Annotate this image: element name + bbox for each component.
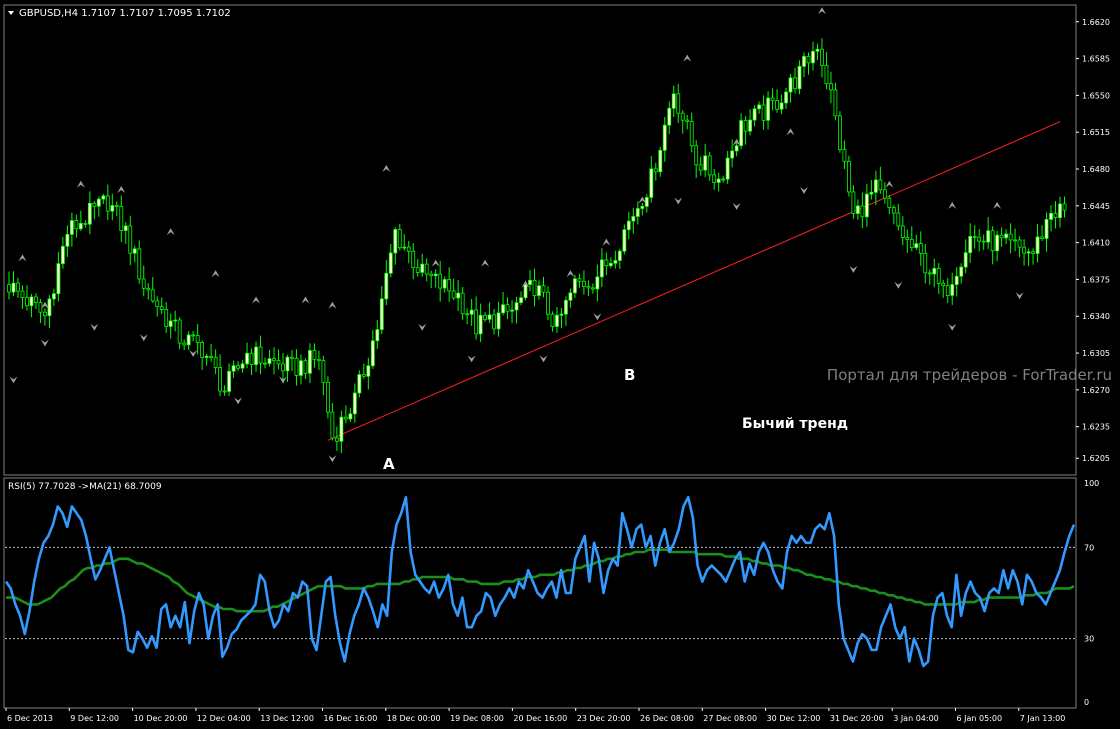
time-tick-label: 6 Dec 2013 (7, 714, 53, 723)
price-tick-label: 1.6515 (1082, 128, 1110, 137)
rsi-tick-label: 30 (1084, 635, 1094, 644)
time-tick-label: 27 Dec 08:00 (703, 714, 757, 723)
time-tick-label: 19 Dec 08:00 (450, 714, 504, 723)
time-tick-label: 16 Dec 16:00 (324, 714, 378, 723)
time-tick-label: 6 Jan 05:00 (957, 714, 1003, 723)
watermark: Портал для трейдеров - ForTrader.ru (827, 366, 1112, 384)
price-tick-label: 1.6410 (1082, 239, 1110, 248)
price-tick-label: 1.6620 (1082, 18, 1110, 27)
rsi-title: RSI(5) 77.7028 ->MA(21) 68.7009 (8, 482, 162, 492)
price-tick-label: 1.6445 (1082, 202, 1110, 211)
bull-trend-label: Бычий тренд (742, 416, 848, 432)
chart-area: 1.6620 1.6585 1.6550 1.6515 1.6480 1.6445 1.64… (0, 0, 1120, 729)
price-tick-label: 1.6270 (1082, 386, 1110, 395)
candle (325, 376, 330, 419)
time-tick-label: 30 Dec 12:00 (767, 714, 821, 723)
time-tick-label: 18 Dec 00:00 (387, 714, 441, 723)
point-a-label: A (383, 455, 395, 473)
rsi-tick-label: 0 (1084, 698, 1089, 707)
time-tick-label: 10 Dec 20:00 (134, 714, 188, 723)
candle (847, 155, 851, 197)
candle (838, 111, 842, 153)
price-tick-label: 1.6585 (1082, 55, 1110, 64)
time-tick-label: 3 Jan 04:00 (893, 714, 939, 723)
time-tick-label: 31 Dec 20:00 (830, 714, 884, 723)
time-tick-label: 12 Dec 04:00 (197, 714, 251, 723)
price-tick-label: 1.6205 (1082, 454, 1110, 463)
symbol-title: GBPUSD,H4 1.7107 1.7107 1.7095 1.7102 (19, 8, 231, 19)
price-tick-label: 1.6480 (1082, 165, 1110, 174)
time-tick-label: 20 Dec 16:00 (513, 714, 567, 723)
time-tick-label: 7 Jan 13:00 (1020, 714, 1066, 723)
time-tick-label: 9 Dec 12:00 (70, 714, 119, 723)
time-tick-label: 26 Dec 08:00 (640, 714, 694, 723)
price-tick-label: 1.6235 (1082, 423, 1110, 432)
price-tick-label: 1.6550 (1082, 91, 1110, 100)
time-tick-label: 13 Dec 12:00 (260, 714, 314, 723)
price-tick-label: 1.6375 (1082, 275, 1110, 284)
rsi-tick-label: 100 (1084, 479, 1099, 488)
time-tick-label: 23 Dec 20:00 (577, 714, 631, 723)
rsi-tick-label: 70 (1084, 543, 1094, 552)
price-tick-label: 1.6305 (1082, 349, 1110, 358)
price-tick-label: 1.6340 (1082, 312, 1110, 321)
point-b-label: B (624, 366, 635, 384)
